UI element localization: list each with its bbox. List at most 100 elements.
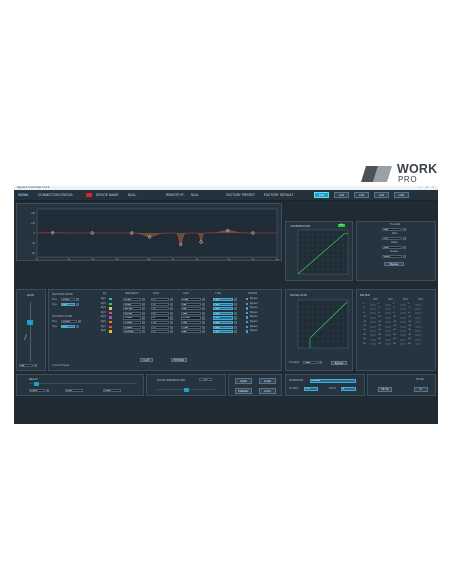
hpf-freq-spinner[interactable] xyxy=(76,298,79,302)
eq-gain-spinner[interactable] xyxy=(202,302,205,306)
eq-q-field[interactable]: 2.5 xyxy=(151,325,169,329)
release-field[interactable]: 100ms xyxy=(382,255,402,259)
hpf-type-select[interactable]: BW6 xyxy=(61,303,75,307)
eq-frequency-field[interactable]: 305.5Hz xyxy=(123,307,141,311)
eq-q-spinner[interactable] xyxy=(170,302,173,306)
channel-button-ch3[interactable]: CH3 xyxy=(354,192,369,198)
eq-type-select[interactable]: Peak xyxy=(213,302,233,306)
attack-field[interactable]: 15ms xyxy=(382,246,402,250)
eq-bypass-checkbox[interactable] xyxy=(246,302,249,305)
save-button[interactable]: SAVE xyxy=(235,378,252,384)
channel-button-ch2[interactable]: CH2 xyxy=(334,192,349,198)
eq-type-arrow[interactable] xyxy=(234,316,237,320)
eq-bypass-checkbox[interactable] xyxy=(246,325,249,328)
eq-type-select[interactable]: Peak xyxy=(213,298,233,302)
eq-q-spinner[interactable] xyxy=(170,316,173,320)
eq-bypass-checkbox[interactable] xyxy=(246,321,249,324)
ratio-spinner[interactable] xyxy=(403,237,406,241)
delay-meter-field[interactable]: 0.00M xyxy=(103,389,121,393)
eq-gain-spinner[interactable] xyxy=(202,307,205,311)
eq-response-graph[interactable]: +20 +10 0 -10 -20 20 50 100 200 500 1k 2k 5k 10k 20k xyxy=(17,204,283,262)
output-select[interactable]: CH1 xyxy=(304,387,318,391)
eq-type-select[interactable]: Peak xyxy=(213,321,233,325)
eq-frequency-field[interactable]: 98.0Hz xyxy=(123,302,141,306)
eq-gain-spinner[interactable] xyxy=(202,311,205,315)
eq-gain-spinner[interactable] xyxy=(202,321,205,325)
eq-type-select[interactable]: Peak xyxy=(213,330,233,334)
eq-frequency-spinner[interactable] xyxy=(142,298,145,302)
eq-frequency-spinner[interactable] xyxy=(142,311,145,315)
mute-button[interactable]: MUTE xyxy=(378,387,392,392)
eq-frequency-spinner[interactable] xyxy=(142,316,145,320)
eq-q-spinner[interactable] xyxy=(170,330,173,334)
delay-ms-spinner[interactable] xyxy=(46,389,49,393)
eq-frequency-field[interactable]: 1.25kHz xyxy=(123,316,141,320)
eq-frequency-spinner[interactable] xyxy=(142,321,145,325)
preset-button[interactable]: PRESET xyxy=(235,388,252,394)
gate-bypass-button[interactable]: Bypass xyxy=(331,360,347,365)
eq-type-arrow[interactable] xyxy=(234,302,237,306)
eq-type-arrow[interactable] xyxy=(234,311,237,315)
eq-q-spinner[interactable] xyxy=(170,311,173,315)
gain-value-field[interactable]: 0dB xyxy=(19,364,33,368)
eq-type-select[interactable]: Peak xyxy=(213,316,233,320)
eq-type-select[interactable]: Peak xyxy=(213,325,233,329)
eq-gain-field[interactable]: -9dB xyxy=(181,321,201,325)
eq-q-field[interactable]: 1.0 xyxy=(151,307,169,311)
eq-gain-spinner[interactable] xyxy=(202,316,205,320)
eq-bypass-checkbox[interactable] xyxy=(246,311,249,315)
eq-gain-spinner[interactable] xyxy=(202,298,205,302)
gain-spinner[interactable] xyxy=(34,364,37,368)
eq-q-field[interactable]: 120 xyxy=(151,321,169,325)
flat-button[interactable]: FLAT xyxy=(140,358,153,363)
eq-type-select[interactable]: Peak xyxy=(213,311,233,315)
channel-button-ch1[interactable]: CH1 xyxy=(314,192,329,198)
phase-button[interactable]: 0° xyxy=(414,387,428,392)
eq-gain-field[interactable]: -4dB xyxy=(181,311,201,315)
eq-q-spinner[interactable] xyxy=(170,321,173,325)
eq-gain-field[interactable]: 2.5dB xyxy=(181,325,201,329)
delay-feet-field[interactable]: 0.00ft xyxy=(65,389,83,393)
eq-frequency-field[interactable]: 4.85kHz xyxy=(123,325,141,329)
lpf-freq-field[interactable]: 20.0kHz xyxy=(61,320,77,324)
eq-frequency-field[interactable]: 31.3Hz xyxy=(123,298,141,302)
eq-bypass-checkbox[interactable] xyxy=(246,298,249,301)
delay-slider-thumb[interactable] xyxy=(34,381,40,386)
room-temperature-field[interactable]: 20°C xyxy=(199,378,212,382)
gain-slider-thumb[interactable] xyxy=(27,320,33,325)
load-button[interactable]: LOAD xyxy=(259,378,276,384)
eq-bypass-checkbox[interactable] xyxy=(246,330,249,333)
eq-frequency-spinner[interactable] xyxy=(142,307,145,311)
lpf-freq-spinner[interactable] xyxy=(78,320,81,324)
eq-gain-spinner[interactable] xyxy=(202,325,205,329)
threshold-spinner[interactable] xyxy=(403,228,406,232)
eq-bypass-checkbox[interactable] xyxy=(246,316,249,319)
eq-frequency-field[interactable]: 511.5Hz xyxy=(123,311,141,315)
delay-ms-field[interactable]: 0.00ms xyxy=(29,389,45,393)
eq-frequency-field[interactable]: 2.25kHz xyxy=(123,321,141,325)
eq-gain-field[interactable]: 0dB xyxy=(181,330,201,334)
eq-type-select[interactable]: Peak xyxy=(213,307,233,311)
hpf-type-arrow[interactable] xyxy=(76,303,79,307)
gain-slider-track[interactable] xyxy=(30,302,31,362)
eq-frequency-field[interactable]: 10.00kHz xyxy=(123,330,141,334)
eq-gain-spinner[interactable] xyxy=(202,330,205,334)
window-controls[interactable]: – □ × xyxy=(420,186,436,189)
eq-q-field[interactable]: 40 xyxy=(151,316,169,320)
eq-q-spinner[interactable] xyxy=(170,298,173,302)
eq-gain-field[interactable]: 0dB xyxy=(181,307,201,311)
workmode-select[interactable]: NORMAL xyxy=(310,379,356,383)
eq-q-spinner[interactable] xyxy=(170,325,173,329)
lock-button[interactable]: LOCK xyxy=(259,388,276,394)
eq-type-arrow[interactable] xyxy=(234,325,237,329)
threshold-field[interactable]: -6dB xyxy=(382,228,402,232)
ratio-field[interactable]: 1:20 xyxy=(382,237,402,241)
gate-threshold-field[interactable]: -90dB xyxy=(303,361,318,365)
channel-button-ch4[interactable]: CH4 xyxy=(374,192,389,198)
eq-gain-field[interactable]: -11.5dB xyxy=(181,316,201,320)
eq-bypass-all-button[interactable]: BYPASS xyxy=(171,358,187,363)
eq-gain-field[interactable]: 0dB xyxy=(181,302,201,306)
gate-threshold-spinner[interactable] xyxy=(319,361,322,365)
delay-slider-track[interactable] xyxy=(29,383,137,385)
lpf-type-select[interactable]: BW6 xyxy=(61,325,75,329)
